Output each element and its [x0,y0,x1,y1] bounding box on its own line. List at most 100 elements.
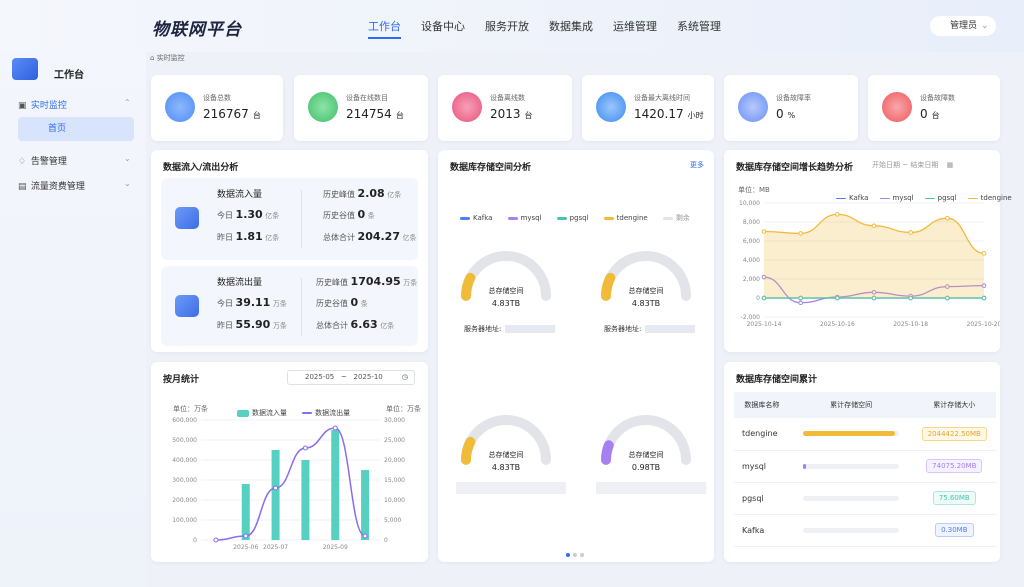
stat-card-online: 设备在线数目 214754 台 [294,75,428,141]
bar [271,450,280,540]
nav-service-open[interactable]: 服务开放 [485,17,529,39]
size-badge: 75.60MB [932,491,976,505]
stat-card-offline: 设备离线数 2013 台 [438,75,572,141]
stat-label: 设备故障率 [776,94,811,102]
data-point [761,229,767,234]
server-address: 服务器地址: [464,324,556,334]
legend-item[interactable]: tdengine [603,214,648,222]
more-link[interactable]: 更多 [690,160,704,170]
flow-in-total: 总体合计 204.27 亿条 [323,230,417,243]
data-point [798,300,803,306]
bar [301,460,310,540]
flow-out-title: 数据流出量 [217,278,263,288]
db-name: pgsql [734,482,790,515]
size-badge: 2044422.50MB [921,426,987,441]
nav-ops[interactable]: 运维管理 [613,17,657,39]
flow-in-yesterday: 昨日 1.81 亿条 [217,230,280,243]
data-point [798,231,803,236]
size-badge: 0.30MB [935,523,974,537]
legend-item[interactable]: Kafka [460,214,492,222]
cumulative-panel: 数据库存储空间累计 数据库名称 累计存储空间 累计存储大小 tdengine 2… [724,362,1000,562]
growth-title: 数据库存储空间增长趋势分析 [736,163,854,173]
db-name: Kafka [734,514,790,547]
sidebar-item-alarm[interactable]: ♢ 告警管理 ⌄ [18,154,131,167]
stat-value: 1420.17 小时 [634,107,704,121]
calendar-icon: ▦ [946,161,954,169]
bar [331,430,340,540]
table-row: tdengine 2044422.50MB [734,418,996,451]
y-tick-label: 600,000 [172,417,197,424]
workbench-logo-icon [12,58,38,80]
traffic-icon: ▤ [18,182,27,192]
device-online-icon [308,92,338,122]
y-tick-label: 30,000 [384,417,405,424]
flow-out-total: 总体合计 6.63 亿条 [316,318,395,331]
y-tick-label: 4,000 [743,257,760,264]
y-tick-label: 5,000 [384,517,401,524]
progress-cell [789,514,913,547]
bar [241,484,250,540]
cumulative-title: 数据库存储空间累计 [736,375,818,385]
y-tick-label: 10,000 [384,497,405,504]
y-tick-label: 100,000 [172,517,197,524]
date-range-picker[interactable]: 开始日期 ~ 结束日期 ▦ [872,160,953,170]
table-row: Kafka 0.30MB [734,514,996,547]
end-date-input[interactable]: 结束日期 [910,161,938,169]
data-point [945,215,950,221]
user-menu[interactable]: 管理员 ⌄ [930,16,996,36]
server-address-blurred [456,482,566,494]
flow-title: 数据流入/流出分析 [163,163,239,173]
chevron-up-icon: ⌃ [124,98,131,107]
stat-value: 216767 台 [203,107,261,121]
stat-card-fault-count: 设备故障数 0台 [868,75,1000,141]
chevron-down-icon: ⌄ [124,154,131,163]
month-range-picker[interactable]: 2025-05 ~ 2025-10 ◷ [287,370,415,385]
progress-bar [803,431,900,437]
y-tick-label: 400,000 [172,457,197,464]
y-tick-label: 20,000 [384,457,405,464]
nav-system[interactable]: 系统管理 [677,17,721,39]
sidebar-item-traffic[interactable]: ▤ 流量资费管理 ⌄ [18,179,131,192]
size-cell: 0.30MB [912,514,996,547]
stat-label: 设备总数 [203,94,231,102]
sidebar-item-monitor[interactable]: ▣ 实时监控 ⌃ [18,98,131,111]
data-point [908,230,913,235]
data-point [332,425,338,431]
clock-icon [596,92,626,122]
data-point [835,212,840,217]
breadcrumb: ⌂ 实时监控 [150,53,185,63]
legend-item[interactable]: mysql [507,214,542,222]
device-total-icon [165,92,195,122]
size-cell: 2044422.50MB [912,418,996,451]
data-point [243,533,249,539]
flow-in-title: 数据流入量 [217,190,263,200]
y-tick-label: 300,000 [172,477,197,484]
cumulative-table: 数据库名称 累计存储空间 累计存储大小 tdengine 2044422.50M… [734,392,996,547]
flow-out-box: 数据流出量 今日 39.11 万条 昨日 55.90 万条 历史峰值 1704.… [161,266,418,346]
user-name: 管理员 [950,21,978,31]
flow-out-yesterday: 昨日 55.90 万条 [217,318,287,331]
nav-data-integration[interactable]: 数据集成 [549,17,593,39]
stat-label: 设备离线数 [490,94,525,102]
legend-item[interactable]: 剩余 [662,213,690,223]
db-name: mysql [734,450,790,483]
y-tick-label: 0 [384,537,388,544]
flow-in-valley: 历史谷值 0 条 [323,208,375,221]
nav-device-center[interactable]: 设备中心 [421,17,465,39]
series-line [215,427,366,541]
chevron-down-icon: ⌄ [981,21,989,31]
nav-workbench[interactable]: 工作台 [368,17,401,39]
stat-value: 214754 台 [346,107,404,121]
table-row: mysql 74075.20MB [734,450,996,483]
stat-value: 0台 [920,107,940,121]
sidebar-sub-home[interactable]: 首页 [18,117,134,141]
start-date-input[interactable]: 开始日期 [872,161,900,169]
flow-in-today: 今日 1.30 亿条 [217,208,280,221]
database-icon [175,295,199,317]
stat-label: 设备故障数 [920,94,955,102]
progress-bar [803,463,900,469]
column-header: 累计存储大小 [912,392,996,418]
legend-item[interactable]: pgsql [556,214,589,222]
data-point [213,537,219,543]
carousel-dots[interactable] [566,542,584,561]
